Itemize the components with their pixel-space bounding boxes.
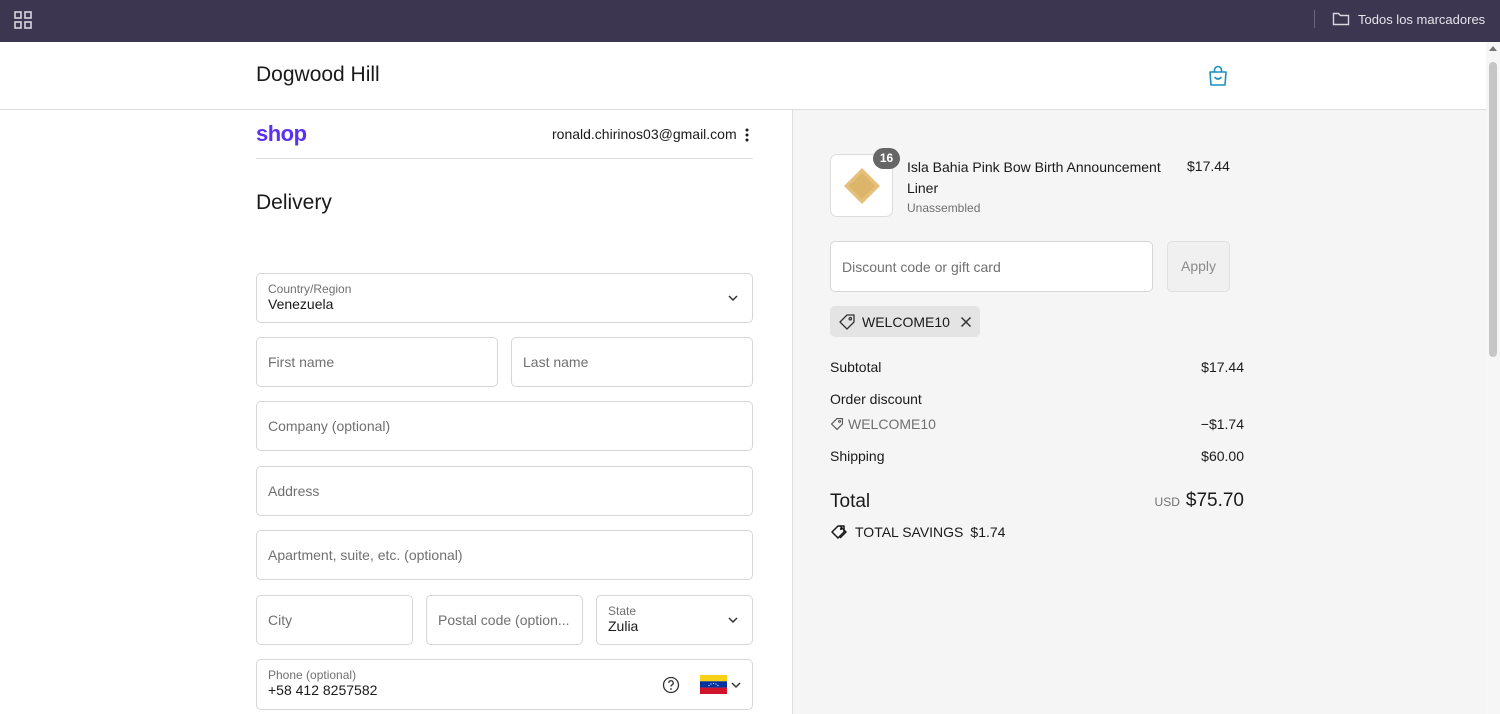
last-name-placeholder: Last name — [523, 354, 589, 370]
delivery-heading: Delivery — [256, 191, 332, 214]
country-label: Country/Region — [268, 282, 352, 296]
discount-placeholder: Discount code or gift card — [842, 259, 1001, 275]
last-name-field[interactable]: Last name — [511, 337, 753, 387]
account-email: ronald.chirinos03@gmail.com — [552, 126, 737, 142]
postal-code-placeholder: Postal code (option... — [438, 612, 570, 628]
order-summary-panel — [792, 110, 1486, 714]
applied-discount-code: WELCOME10 — [862, 313, 950, 330]
subtotal-label: Subtotal — [830, 359, 882, 375]
venezuela-flag-icon[interactable] — [700, 675, 727, 694]
phone-label: Phone (optional) — [268, 668, 357, 682]
country-select[interactable]: Country/Region Venezuela — [256, 273, 753, 323]
bookmarks-separator — [1314, 10, 1315, 28]
address-field[interactable]: Address — [256, 466, 753, 516]
applied-discount-chip: WELCOME10 — [830, 306, 980, 337]
phone-value: +58 412 8257582 — [268, 682, 378, 698]
total-amount: USD $75.70 — [1155, 490, 1244, 512]
state-value: Zulia — [608, 618, 639, 634]
all-bookmarks-button[interactable]: Todos los marcadores — [1332, 9, 1485, 29]
chevron-down-icon[interactable] — [731, 681, 741, 689]
total-label: Total — [830, 491, 871, 512]
tag-icon — [839, 313, 855, 330]
address-placeholder: Address — [268, 483, 320, 499]
city-placeholder: City — [268, 612, 293, 628]
company-placeholder: Company (optional) — [268, 418, 391, 434]
savings-tag-icon — [831, 525, 847, 539]
help-circle-icon[interactable] — [662, 676, 680, 694]
subtotal-value: $17.44 — [1201, 359, 1244, 375]
total-savings: TOTAL SAVINGS $1.74 — [830, 523, 1005, 541]
order-discount-code: WELCOME10 — [848, 416, 936, 432]
chevron-down-icon — [728, 295, 738, 302]
shipping-value: $60.00 — [1201, 448, 1244, 464]
all-bookmarks-label: Todos los marcadores — [1358, 11, 1486, 27]
company-field[interactable]: Company (optional) — [256, 401, 753, 451]
shop-pay-logo: shop — [256, 121, 307, 146]
quantity-badge: 16 — [873, 148, 900, 169]
postal-code-field[interactable]: Postal code (option... — [426, 595, 583, 645]
tag-icon — [830, 417, 844, 431]
order-discount-value: −$1.74 — [1200, 416, 1244, 432]
store-name[interactable]: Dogwood Hill — [256, 63, 380, 87]
checkout-header: Dogwood Hill — [0, 42, 1486, 110]
folder-icon — [1332, 12, 1350, 26]
discount-code-input[interactable]: Discount code or gift card — [830, 241, 1153, 292]
country-value: Venezuela — [268, 296, 334, 312]
phone-field[interactable]: Phone (optional) +58 412 8257582 — [256, 659, 753, 710]
total-value: $75.70 — [1185, 490, 1244, 511]
scrollbar-thumb[interactable] — [1489, 62, 1497, 357]
bookmarks-bar: Todos los marcadores — [0, 0, 1500, 42]
total-savings-label: TOTAL SAVINGS — [855, 524, 964, 540]
chevron-down-icon — [728, 617, 738, 624]
product-name: Isla Bahia Pink Bow Birth Announcement L… — [907, 159, 1161, 196]
page-scrollbar[interactable] — [1486, 42, 1500, 714]
more-options-icon[interactable] — [742, 126, 752, 144]
apartment-placeholder: Apartment, suite, etc. (optional) — [268, 547, 463, 563]
shopping-bag-icon[interactable] — [1206, 64, 1230, 88]
remove-discount-icon[interactable] — [960, 316, 972, 328]
shipping-label: Shipping — [830, 448, 885, 464]
first-name-field[interactable]: First name — [256, 337, 498, 387]
product-price: $17.44 — [1187, 158, 1230, 174]
city-field[interactable]: City — [256, 595, 413, 645]
state-label: State — [608, 604, 637, 618]
total-currency: USD — [1154, 495, 1180, 509]
order-discount-label: Order discount — [830, 391, 922, 407]
product-image — [844, 168, 880, 204]
scroll-up-arrow-icon[interactable] — [1489, 46, 1497, 51]
apartment-field[interactable]: Apartment, suite, etc. (optional) — [256, 530, 753, 580]
apps-grid-icon[interactable] — [14, 11, 32, 29]
apply-discount-button[interactable]: Apply — [1167, 241, 1230, 292]
state-select[interactable]: State Zulia — [596, 595, 753, 645]
total-savings-value: $1.74 — [970, 524, 1006, 540]
product-variant: Unassembled — [907, 201, 981, 215]
first-name-placeholder: First name — [268, 354, 335, 370]
order-discount-code-row: WELCOME10 — [830, 416, 936, 432]
account-divider — [256, 158, 753, 159]
